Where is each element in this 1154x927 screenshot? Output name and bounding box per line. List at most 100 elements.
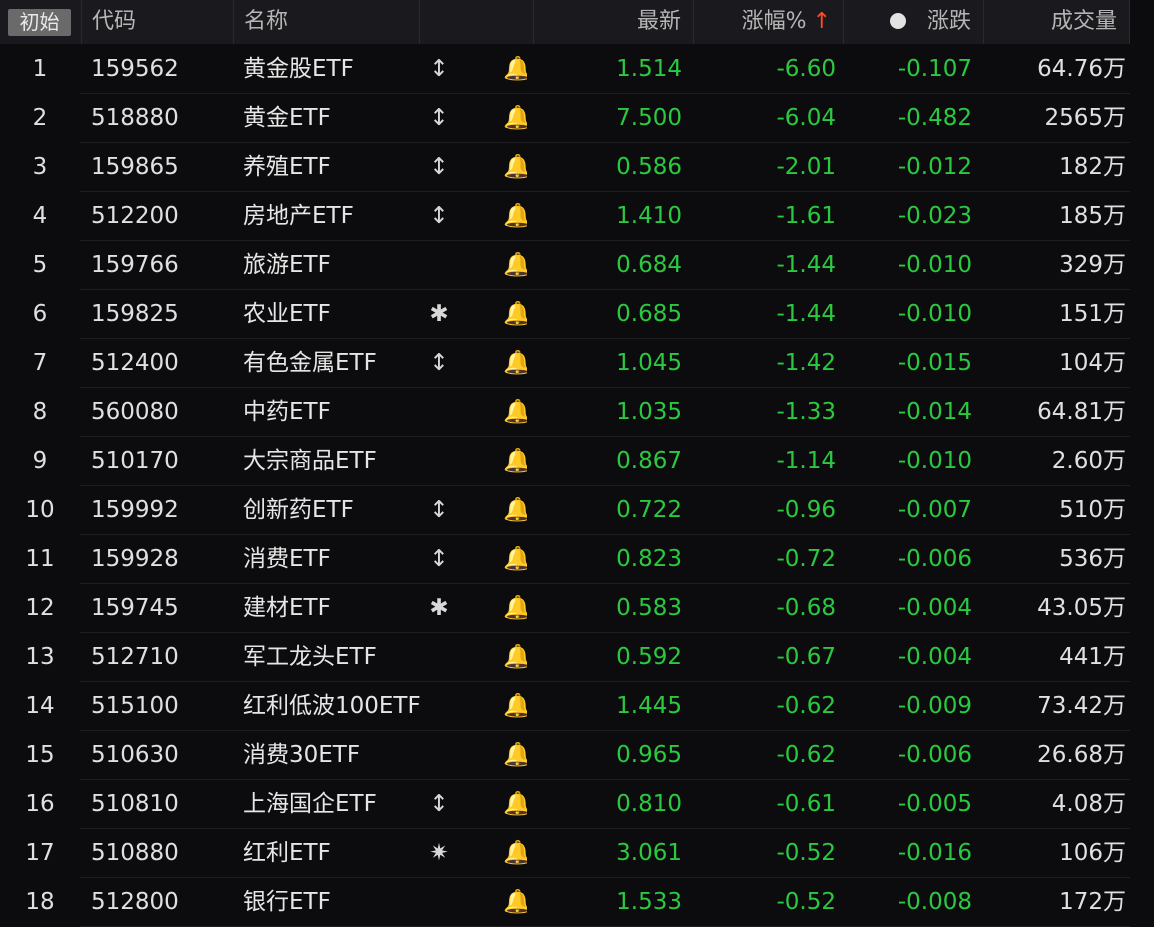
security-code: 512800 (91, 889, 179, 915)
etf-quote-table: 初始 代码 名称 最新 涨幅% ↑ 涨跌 成交量 1 159562 黄金股ETF ↕ 🔔 1… (0, 0, 1154, 927)
column-header-marker[interactable] (420, 0, 906, 44)
bell-icon[interactable]: 🔔 (503, 584, 527, 633)
pct-change: -1.44 (776, 301, 836, 327)
pct-change: -2.01 (776, 154, 836, 180)
bell-icon[interactable]: 🔔 (503, 731, 527, 780)
reset-button[interactable]: 初始 (8, 9, 71, 36)
latest-price: 3.061 (616, 840, 682, 866)
bell-icon[interactable]: 🔔 (503, 437, 527, 486)
price-change: -0.016 (897, 840, 972, 866)
security-name: 银行ETF (243, 889, 331, 915)
security-code: 159766 (91, 252, 179, 278)
bell-icon[interactable]: 🔔 (503, 45, 527, 94)
table-row[interactable]: 3 159865 养殖ETF ↕ 🔔 0.586 -2.01 -0.012 182万 (0, 143, 1154, 192)
pct-change: -0.67 (776, 644, 836, 670)
table-row[interactable]: 10 159992 创新药ETF ↕ 🔔 0.722 -0.96 -0.007 510万 (0, 486, 1154, 535)
row-index: 14 (25, 693, 55, 719)
latest-price: 1.445 (616, 693, 682, 719)
volume: 151万 (1059, 301, 1126, 327)
pct-change: -6.04 (776, 105, 836, 131)
updown-icon: ↕ (429, 203, 449, 229)
column-header-latest[interactable]: 最新 (534, 0, 694, 44)
security-code: 510630 (91, 742, 179, 768)
table-row[interactable]: 1 159562 黄金股ETF ↕ 🔔 1.514 -6.60 -0.107 64.76万 (0, 45, 1154, 94)
updown-icon: ↕ (429, 350, 449, 376)
bell-icon[interactable]: 🔔 (503, 535, 527, 584)
pct-change: -0.52 (776, 889, 836, 915)
flag-empty (428, 878, 450, 927)
bell-icon[interactable]: 🔔 (503, 94, 527, 143)
security-code: 515100 (91, 693, 179, 719)
table-row[interactable]: 15 510630 消费30ETF 🔔 0.965 -0.62 -0.006 26.68万 (0, 731, 1154, 780)
table-row[interactable]: 13 512710 军工龙头ETF 🔔 0.592 -0.67 -0.004 441万 (0, 633, 1154, 682)
bell-icon[interactable]: 🔔 (503, 192, 527, 241)
price-change: -0.004 (897, 595, 972, 621)
flag-empty (428, 633, 450, 682)
table-row[interactable]: 4 512200 房地产ETF ↕ 🔔 1.410 -1.61 -0.023 185万 (0, 192, 1154, 241)
table-row[interactable]: 18 512800 银行ETF 🔔 1.533 -0.52 -0.008 172万 (0, 878, 1154, 927)
price-change: -0.023 (897, 203, 972, 229)
table-row[interactable]: 12 159745 建材ETF ✱ 🔔 0.583 -0.68 -0.004 43.05万 (0, 584, 1154, 633)
table-row[interactable]: 2 518880 黄金ETF ↕ 🔔 7.500 -6.04 -0.482 2565万 (0, 94, 1154, 143)
security-name: 黄金股ETF (243, 56, 354, 82)
latest-price: 1.035 (616, 399, 682, 425)
pct-change: -1.33 (776, 399, 836, 425)
table-row[interactable]: 11 159928 消费ETF ↕ 🔔 0.823 -0.72 -0.006 536万 (0, 535, 1154, 584)
table-row[interactable]: 17 510880 红利ETF ✷ 🔔 3.061 -0.52 -0.016 106万 (0, 829, 1154, 878)
pct-change: -0.62 (776, 693, 836, 719)
security-code: 510170 (91, 448, 179, 474)
column-header-pct-change[interactable]: 涨幅% ↑ (694, 0, 844, 44)
latest-price: 0.867 (616, 448, 682, 474)
bell-icon[interactable]: 🔔 (503, 290, 527, 339)
table-row[interactable]: 8 560080 中药ETF 🔔 1.035 -1.33 -0.014 64.81万 (0, 388, 1154, 437)
latest-price: 0.810 (616, 791, 682, 817)
security-name: 建材ETF (243, 595, 331, 621)
security-code: 159825 (91, 301, 179, 327)
updown-icon: ↕ (429, 105, 449, 131)
bell-icon[interactable]: 🔔 (503, 486, 527, 535)
volume: 4.08万 (1051, 791, 1126, 817)
scrollbar[interactable] (1130, 0, 1154, 919)
security-name: 有色金属ETF (243, 350, 377, 376)
security-name: 军工龙头ETF (243, 644, 377, 670)
latest-price: 7.500 (616, 105, 682, 131)
updown-icon: ↕ (429, 154, 449, 180)
updown-icon: ↕ (429, 56, 449, 82)
security-code: 510880 (91, 840, 179, 866)
security-code: 159745 (91, 595, 179, 621)
price-change: -0.107 (897, 56, 972, 82)
price-change: -0.010 (897, 252, 972, 278)
bell-icon[interactable]: 🔔 (503, 633, 527, 682)
volume: 182万 (1059, 154, 1126, 180)
table-row[interactable]: 6 159825 农业ETF ✱ 🔔 0.685 -1.44 -0.010 151万 (0, 290, 1154, 339)
row-index: 18 (25, 889, 55, 915)
price-change: -0.008 (897, 889, 972, 915)
row-index: 9 (32, 448, 48, 474)
bell-icon[interactable]: 🔔 (503, 878, 527, 927)
table-row[interactable]: 5 159766 旅游ETF 🔔 0.684 -1.44 -0.010 329万 (0, 241, 1154, 290)
column-header-volume[interactable]: 成交量 (984, 0, 1130, 44)
row-index: 12 (25, 595, 55, 621)
volume: 441万 (1059, 644, 1126, 670)
bell-icon[interactable]: 🔔 (503, 780, 527, 829)
column-header-change[interactable]: 涨跌 (844, 0, 984, 44)
column-header-code[interactable]: 代码 (82, 0, 234, 44)
bell-icon[interactable]: 🔔 (503, 339, 527, 388)
volume: 106万 (1059, 840, 1126, 866)
bell-icon[interactable]: 🔔 (503, 241, 527, 290)
price-change: -0.010 (897, 448, 972, 474)
table-row[interactable]: 14 515100 红利低波100ETF 🔔 1.445 -0.62 -0.009 73.42… (0, 682, 1154, 731)
table-row[interactable]: 16 510810 上海国企ETF ↕ 🔔 0.810 -0.61 -0.005 4.08万 (0, 780, 1154, 829)
bell-icon[interactable]: 🔔 (503, 829, 527, 878)
bell-icon[interactable]: 🔔 (503, 388, 527, 437)
row-index: 11 (25, 546, 55, 572)
column-header-name[interactable]: 名称 (234, 0, 420, 44)
table-row[interactable]: 9 510170 大宗商品ETF 🔔 0.867 -1.14 -0.010 2.60万 (0, 437, 1154, 486)
row-index: 8 (32, 399, 48, 425)
latest-price: 0.583 (616, 595, 682, 621)
bell-icon[interactable]: 🔔 (503, 682, 527, 731)
security-code: 510810 (91, 791, 179, 817)
bell-icon[interactable]: 🔔 (503, 143, 527, 192)
table-row[interactable]: 7 512400 有色金属ETF ↕ 🔔 1.045 -1.42 -0.015 104万 (0, 339, 1154, 388)
security-name: 中药ETF (243, 399, 331, 425)
